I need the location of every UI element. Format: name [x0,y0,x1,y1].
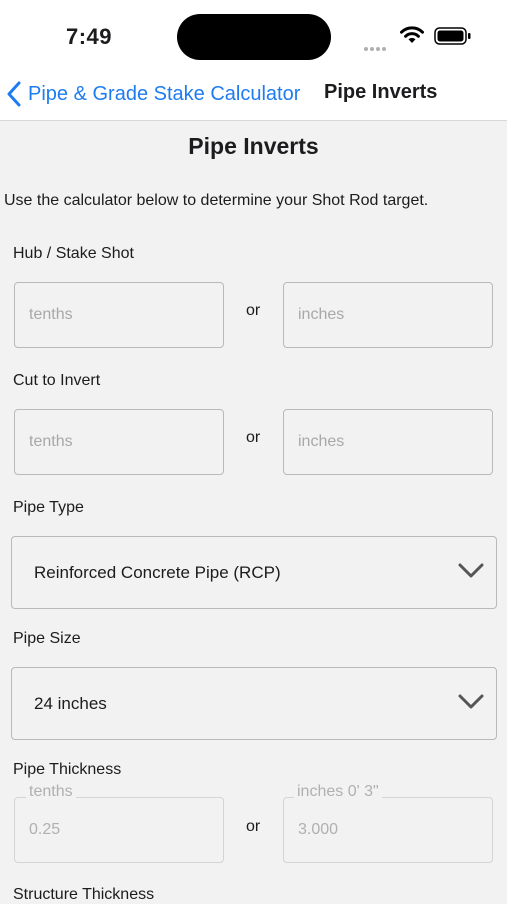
structure-thickness-label: Structure Thickness [13,886,155,903]
battery-icon [434,27,471,45]
pipe-thickness-label: Pipe Thickness [13,761,122,778]
hub-stake-shot-tenths-input[interactable] [14,282,224,348]
hub-stake-shot-label: Hub / Stake Shot [13,245,134,262]
pipe-type-select[interactable]: Reinforced Concrete Pipe (RCP) [11,536,497,609]
navigation-bar: Pipe & Grade Stake Calculator Pipe Inver… [0,70,507,121]
hub-stake-shot-inches-input[interactable] [283,282,493,348]
or-label: or [246,429,261,446]
wifi-icon [400,26,424,43]
pipe-size-label: Pipe Size [13,630,81,647]
nav-title: Pipe Inverts [324,81,438,103]
cut-to-invert-inches-input[interactable] [283,409,493,475]
pipe-thickness-tenths-field [14,797,224,863]
pipe-thickness-inches-field [283,797,493,863]
page-title: Pipe Inverts [188,133,319,159]
dynamic-island [177,14,331,60]
pipe-thickness-inches-label: inches 0' 3" [294,783,382,801]
cut-to-invert-label: Cut to Invert [13,372,101,389]
cellular-signal-icon [364,38,390,51]
chevron-left-icon [7,81,21,107]
back-button[interactable]: Pipe & Grade Stake Calculator [6,80,300,108]
cut-to-invert-tenths-input[interactable] [14,409,224,475]
back-button-label: Pipe & Grade Stake Calculator [28,82,301,105]
intro-text: Use the calculator below to determine yo… [4,192,429,209]
pipe-type-value: Reinforced Concrete Pipe (RCP) [34,563,281,582]
status-bar: 7:49 [0,0,507,70]
pipe-thickness-tenths-label: tenths [26,783,76,801]
or-label: or [246,818,261,835]
pipe-size-value: 24 inches [34,694,107,713]
or-label: or [246,302,261,319]
pipe-type-label: Pipe Type [13,499,84,516]
chevron-down-icon [458,694,484,709]
pipe-size-select[interactable]: 24 inches [11,667,497,740]
status-time: 7:49 [66,24,113,49]
chevron-down-icon [458,563,484,578]
